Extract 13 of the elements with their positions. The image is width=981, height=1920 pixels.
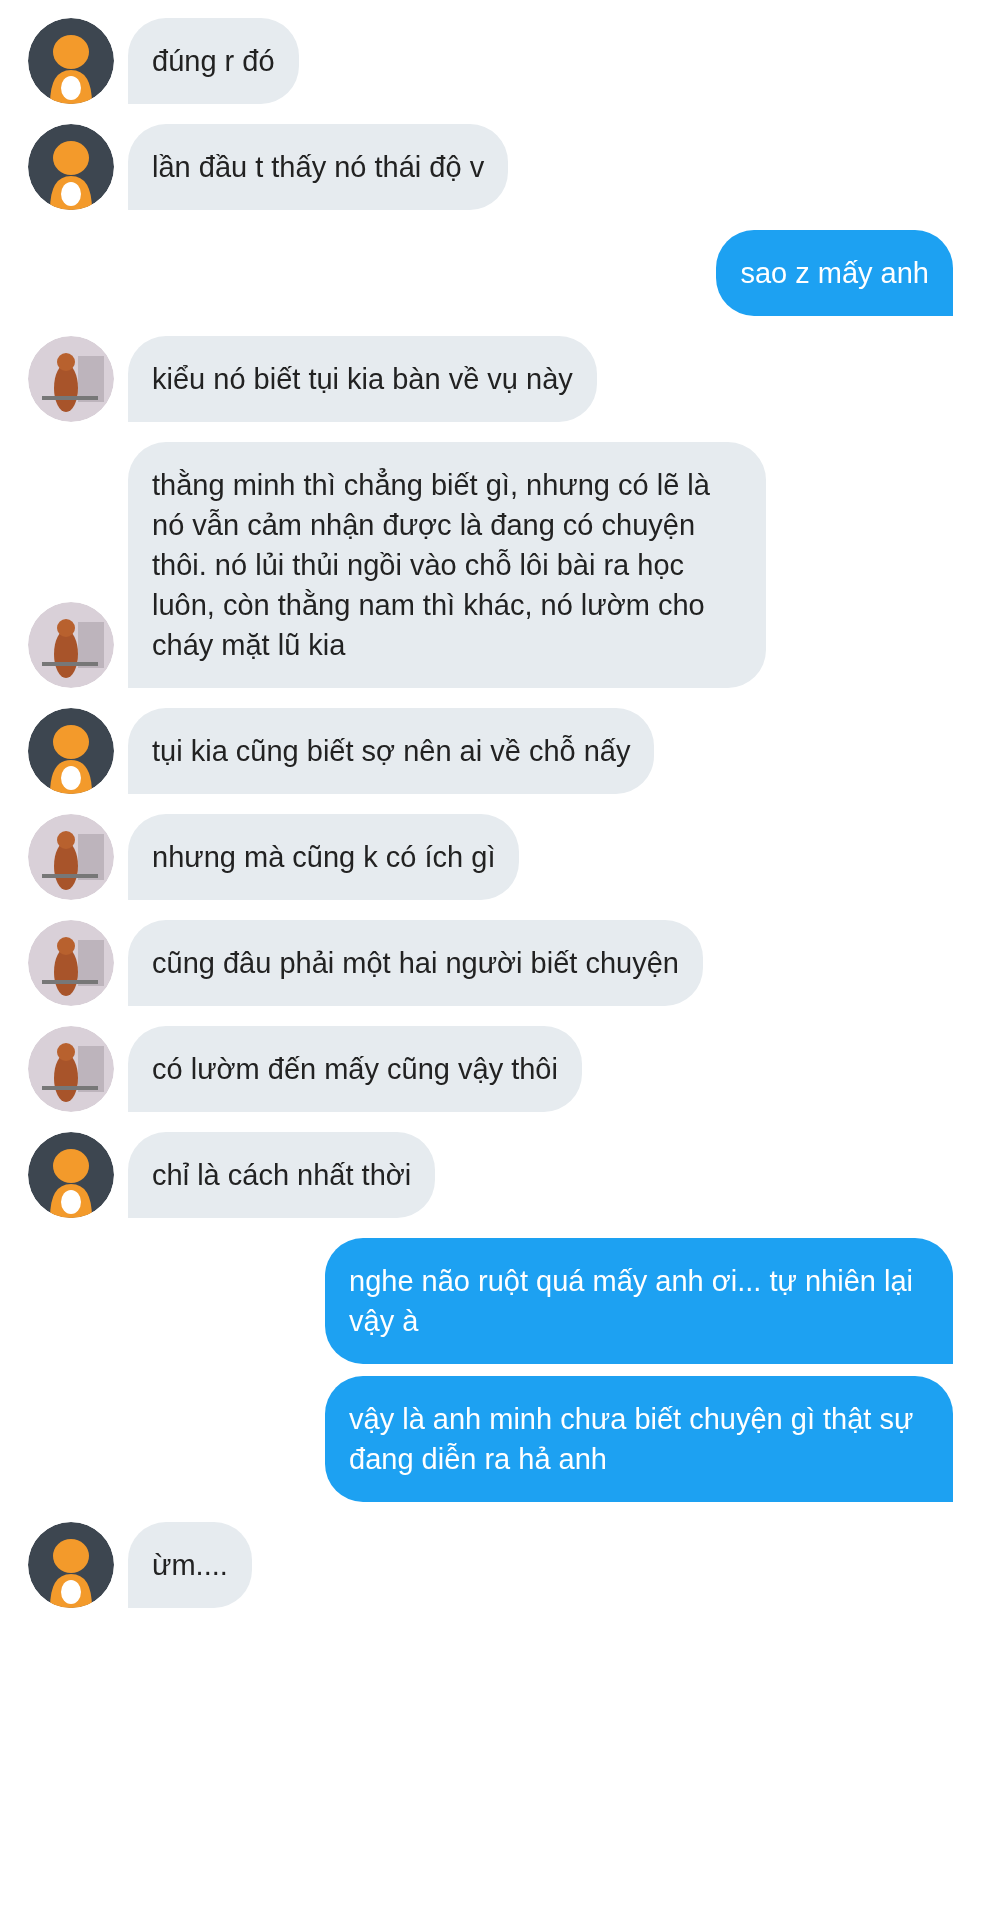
message-bubble: cũng đâu phải một hai người biết chuyện [128, 920, 703, 1006]
message-bubble: sao z mấy anh [716, 230, 953, 316]
message-bubble: chỉ là cách nhất thời [128, 1132, 436, 1218]
message-bubble: vậy là anh minh chưa biết chuyện gì thật sự đang diễn ra hả anh [325, 1376, 953, 1502]
message-bubble: đúng r đó [128, 18, 299, 104]
message-bubble: có lườm đến mấy cũng vậy thôi [128, 1026, 582, 1112]
message-bubble: nghe não ruột quá mấy anh ơi... tự nhiên lại vậy à [325, 1238, 953, 1364]
message-bubble: tụi kia cũng biết sợ nên ai về chỗ nấy [128, 708, 655, 794]
message-bubble: thằng minh thì chẳng biết gì, nhưng có lẽ là nó vẫn cảm nhận được là đang có chuyện thôi. nó lủi thủi ngồi vào chỗ lôi bài ra học luôn, còn thằng nam thì khác, nó lườm cho cháy mặt lũ kia [128, 442, 766, 688]
message-bubble: ừm.... [128, 1522, 252, 1608]
message-bubble: kiểu nó biết tụi kia bàn về vụ này [128, 336, 597, 422]
message-bubble: lần đầu t thấy nó thái độ v [128, 124, 509, 210]
message-bubble: nhưng mà cũng k có ích gì [128, 814, 520, 900]
